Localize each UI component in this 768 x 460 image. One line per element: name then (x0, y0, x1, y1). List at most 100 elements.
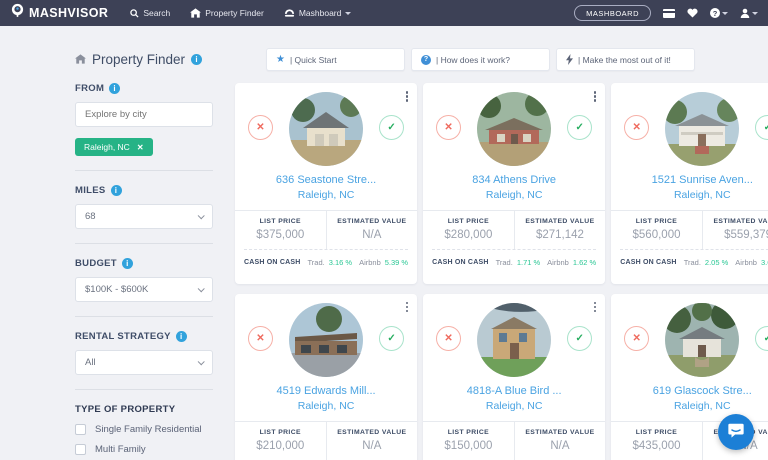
home-icon[interactable] (75, 51, 86, 69)
search-icon (130, 9, 139, 18)
estimated-value-label: ESTIMATED VALUE (327, 429, 418, 436)
kebab-menu-icon[interactable] (404, 89, 411, 104)
from-label: FROM (75, 83, 104, 94)
filters-sidebar: FROMi Raleigh, NC ✕ MILESi 68 BUDGETi (75, 83, 213, 460)
property-photo (289, 92, 363, 166)
reject-button[interactable]: ✕ (624, 326, 649, 351)
lightning-icon (566, 54, 573, 65)
estimated-value: $559,379 (703, 229, 768, 241)
mashvisor-logo[interactable]: MASHVISOR (10, 3, 108, 23)
divider (75, 243, 213, 244)
airbnb-label: Airbnb (359, 258, 381, 267)
property-city: Raleigh, NC (235, 400, 417, 412)
city-search-input[interactable] (75, 102, 213, 127)
accept-button[interactable]: ✓ (379, 326, 404, 351)
rental-strategy-select[interactable]: All (75, 350, 213, 375)
reject-button[interactable]: ✕ (248, 115, 273, 140)
info-icon[interactable]: i (111, 185, 122, 196)
estimated-value: N/A (327, 229, 418, 241)
checkbox-icon[interactable] (75, 424, 86, 435)
property-address[interactable]: 4818-A Blue Bird ... (423, 385, 605, 397)
chevron-down-icon (752, 12, 758, 15)
make-most-label: | Make the most out of it! (578, 55, 671, 65)
checkbox-multi-family[interactable]: Multi Family (75, 444, 213, 455)
kebab-menu-icon[interactable] (592, 89, 599, 104)
chevron-down-icon (198, 358, 205, 365)
info-icon[interactable]: i (191, 54, 202, 65)
nav-search[interactable]: Search (130, 8, 170, 18)
property-card[interactable]: ✕ ✓ 636 Seastone Stre... Raleigh, NC LIS… (235, 83, 417, 284)
trad-coc-value: 2.05 % (705, 258, 728, 267)
heart-icon[interactable] (687, 8, 698, 18)
accept-button[interactable]: ✓ (755, 326, 768, 351)
page-header: Property Finder i ★ | Quick Start ? | Ho… (75, 26, 695, 71)
help-menu[interactable]: ? (710, 8, 728, 18)
quick-start-button[interactable]: ★ | Quick Start (266, 48, 405, 71)
chat-launcher-button[interactable] (718, 414, 754, 450)
filter-from: FROM i Raleigh, NC ✕ (75, 83, 213, 156)
reject-button[interactable]: ✕ (436, 326, 461, 351)
nav-property-finder[interactable]: Property Finder (190, 8, 264, 18)
how-it-works-button[interactable]: ? | How does it work? (411, 48, 550, 71)
list-price-value: $210,000 (235, 440, 326, 452)
info-icon[interactable]: i (176, 331, 187, 342)
nav-property-finder-label: Property Finder (205, 8, 264, 18)
divider (75, 316, 213, 317)
property-card[interactable]: ✕ ✓ 4519 Edwards Mill... Raleigh, NC LIS… (235, 294, 417, 460)
list-price-value: $435,000 (611, 440, 702, 452)
city-tag[interactable]: Raleigh, NC ✕ (75, 138, 153, 156)
trad-label: Trad. (496, 258, 513, 267)
estimated-value: N/A (327, 440, 418, 452)
list-price-value: $375,000 (235, 229, 326, 241)
rental-strategy-value: All (85, 357, 96, 368)
info-icon[interactable]: i (109, 83, 120, 94)
list-price-label: LIST PRICE (611, 429, 702, 436)
kebab-menu-icon[interactable] (592, 300, 599, 315)
close-icon[interactable]: ✕ (137, 143, 144, 152)
card-icon[interactable] (663, 9, 675, 18)
property-address[interactable]: 1521 Sunrise Aven... (611, 174, 768, 186)
list-price-label: LIST PRICE (611, 218, 702, 225)
cash-on-cash-label: CASH ON CASH (432, 259, 488, 266)
kebab-menu-icon[interactable] (404, 300, 411, 315)
house-search-icon (190, 8, 201, 18)
chevron-down-icon (722, 12, 728, 15)
budget-value: $100K - $600K (85, 284, 148, 295)
list-price-value: $560,000 (611, 229, 702, 241)
property-address[interactable]: 619 Glascock Stre... (611, 385, 768, 397)
property-photo (665, 303, 739, 377)
info-icon[interactable]: i (122, 258, 133, 269)
miles-select[interactable]: 68 (75, 204, 213, 229)
cash-on-cash-label: CASH ON CASH (620, 259, 676, 266)
property-address[interactable]: 834 Athens Drive (423, 174, 605, 186)
checkbox-single-family[interactable]: Single Family Residential (75, 424, 213, 435)
airbnb-label: Airbnb (735, 258, 757, 267)
property-card[interactable]: ✕ ✓ 834 Athens Drive Raleigh, NC LIST PR… (423, 83, 605, 284)
how-it-works-label: | How does it work? (436, 55, 510, 65)
reject-button[interactable]: ✕ (248, 326, 273, 351)
budget-label: BUDGET (75, 258, 117, 269)
make-most-button[interactable]: | Make the most out of it! (556, 48, 695, 71)
property-card[interactable]: ✕ ✓ 4818-A Blue Bird ... Raleigh, NC LIS… (423, 294, 605, 460)
accept-button[interactable]: ✓ (567, 326, 592, 351)
budget-select[interactable]: $100K - $600K (75, 277, 213, 302)
nav-mashboard[interactable]: Mashboard (284, 8, 352, 18)
rental-strategy-label: RENTAL STRATEGY (75, 331, 171, 342)
accept-button[interactable]: ✓ (379, 115, 404, 140)
account-menu[interactable] (740, 8, 758, 18)
trad-coc-value: 3.16 % (329, 258, 352, 267)
trad-label: Trad. (307, 258, 324, 267)
navbar-right: MASHBOARD ? (574, 5, 758, 21)
reject-button[interactable]: ✕ (436, 115, 461, 140)
mashboard-button[interactable]: MASHBOARD (574, 5, 651, 21)
navbar: MASHVISOR Search Property Finder Mashboa… (0, 0, 768, 26)
checkbox-icon[interactable] (75, 444, 86, 455)
property-address[interactable]: 4519 Edwards Mill... (235, 385, 417, 397)
property-address[interactable]: 636 Seastone Stre... (235, 174, 417, 186)
divider (75, 389, 213, 390)
city-tag-label: Raleigh, NC (84, 142, 130, 152)
chevron-down-icon (198, 212, 205, 219)
property-card[interactable]: ✕ ✓ 1521 Sunrise Aven... Raleigh, NC LIS… (611, 83, 768, 284)
brand-name: MASHVISOR (29, 6, 108, 20)
divider (75, 170, 213, 171)
